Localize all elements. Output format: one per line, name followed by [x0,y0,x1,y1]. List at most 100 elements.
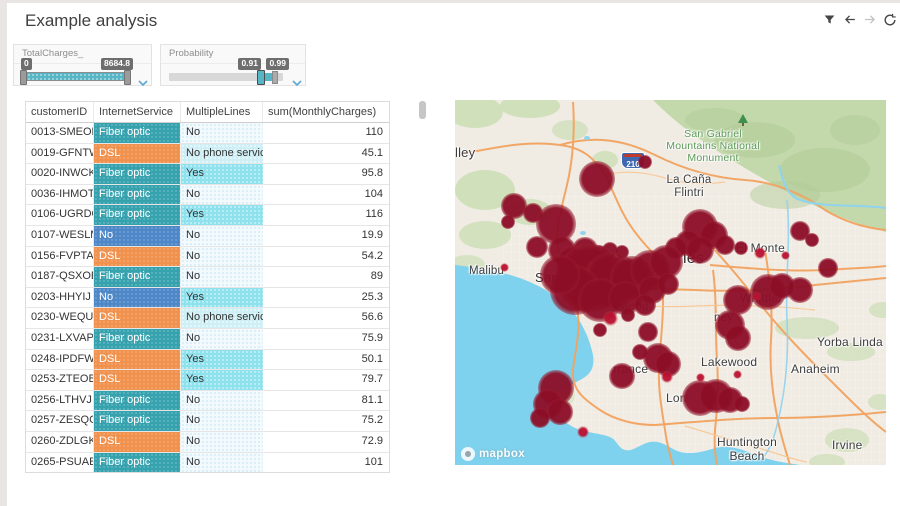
cell-multiple-lines[interactable]: No [181,247,263,267]
cell-customer-id[interactable]: 0230-WEQUW [26,308,94,328]
cell-internet-service[interactable]: DSL [94,432,181,452]
map-data-bubble[interactable] [805,233,819,247]
cell-sum-monthly-charges[interactable]: 54.2 [263,247,389,267]
cell-multiple-lines[interactable]: No [181,267,263,287]
map-data-bubble[interactable] [769,273,794,298]
range-slider-track[interactable] [169,73,283,81]
cell-internet-service[interactable]: DSL [94,308,181,328]
cell-multiple-lines[interactable]: No [181,432,263,452]
cell-multiple-lines[interactable]: Yes [181,164,263,184]
cell-internet-service[interactable]: DSL [94,370,181,390]
cell-internet-service[interactable]: Fiber optic [94,391,181,411]
cell-multiple-lines[interactable]: Yes [181,288,263,308]
cell-sum-monthly-charges[interactable]: 25.3 [263,288,389,308]
cell-sum-monthly-charges[interactable]: 45.1 [263,144,389,164]
cell-customer-id[interactable]: 0260-ZDLGK [26,432,94,452]
map-data-bubble[interactable] [621,308,635,322]
cell-multiple-lines[interactable]: No [181,123,263,143]
cell-multiple-lines[interactable]: No [181,185,263,205]
cell-sum-monthly-charges[interactable]: 75.9 [263,329,389,349]
cell-customer-id[interactable]: 0231-LXVAP [26,329,94,349]
map-data-bubble[interactable] [593,323,607,337]
cell-internet-service[interactable]: Fiber optic [94,267,181,287]
cell-internet-service[interactable]: Fiber optic [94,329,181,349]
cell-multiple-lines[interactable]: Yes [181,205,263,225]
cell-sum-monthly-charges[interactable]: 95.8 [263,164,389,184]
cell-internet-service[interactable]: Fiber optic [94,453,181,473]
cell-sum-monthly-charges[interactable]: 81.1 [263,391,389,411]
filter-icon[interactable] [822,12,837,27]
range-slider-left-handle[interactable] [20,70,27,85]
cell-customer-id[interactable]: 0107-WESLM [26,226,94,246]
map-data-bubble[interactable] [734,396,751,413]
cell-internet-service[interactable]: Fiber optic [94,411,181,431]
cell-customer-id[interactable]: 0253-ZTEOB [26,370,94,390]
map-data-bubble[interactable] [638,155,652,169]
cell-multiple-lines[interactable]: No [181,411,263,431]
cell-customer-id[interactable]: 0265-PSUAE [26,453,94,473]
cell-customer-id[interactable]: 0156-FVPTA [26,247,94,267]
map-data-bubble[interactable] [526,236,548,258]
cell-sum-monthly-charges[interactable]: 75.2 [263,411,389,431]
cell-multiple-lines[interactable]: No [181,391,263,411]
cell-multiple-lines[interactable]: No phone service [181,308,263,328]
table-scrollbar[interactable] [419,101,426,455]
forward-arrow-icon[interactable] [862,12,877,27]
map-data-bubble[interactable] [577,426,589,438]
chevron-down-icon[interactable] [292,74,302,92]
cell-sum-monthly-charges[interactable]: 56.6 [263,308,389,328]
cell-internet-service[interactable]: Fiber optic [94,164,181,184]
cell-internet-service[interactable]: Fiber optic [94,185,181,205]
range-slider-track[interactable] [22,72,129,81]
cell-sum-monthly-charges[interactable]: 89 [263,267,389,287]
cell-customer-id[interactable]: 0187-QSXOE [26,267,94,287]
map-data-bubble[interactable] [715,235,735,255]
map-data-bubble[interactable] [733,370,742,379]
cell-customer-id[interactable]: 0203-HHYIJ [26,288,94,308]
cell-internet-service[interactable]: DSL [94,144,181,164]
mapbox-logo[interactable]: mapbox [461,447,525,461]
map-data-bubble[interactable] [501,215,515,229]
cell-customer-id[interactable]: 0248-IPDFW [26,350,94,370]
cell-customer-id[interactable]: 0256-LTHVJ [26,391,94,411]
map-data-bubble[interactable] [547,399,572,424]
cell-customer-id[interactable]: 0257-ZESQC [26,411,94,431]
cell-customer-id[interactable]: 0036-IHMOT [26,185,94,205]
cell-multiple-lines[interactable]: No [181,329,263,349]
column-header-customer-id[interactable]: customerID [26,102,94,122]
column-header-sum-monthly-charges[interactable]: sum(MonthlyCharges) [263,102,389,122]
map-visualization[interactable]: lleyMalibuSanleslewoodEl MonteWhittierne… [455,100,886,465]
map-data-bubble[interactable] [609,363,634,388]
map-data-bubble[interactable] [579,161,615,197]
cell-multiple-lines[interactable]: No [181,226,263,246]
cell-internet-service[interactable]: Fiber optic [94,123,181,143]
cell-multiple-lines[interactable]: Yes [181,370,263,390]
map-data-bubble[interactable] [500,263,509,272]
cell-customer-id[interactable]: 0106-UGRDO [26,205,94,225]
map-data-bubble[interactable] [540,255,579,294]
range-slider-right-handle[interactable] [124,70,131,85]
cell-customer-id[interactable]: 0020-INWCK [26,164,94,184]
table-scrollbar-thumb[interactable] [419,101,426,119]
map-data-bubble[interactable] [725,325,750,350]
cell-sum-monthly-charges[interactable]: 19.9 [263,226,389,246]
map-data-bubble[interactable] [686,236,714,264]
map-data-bubble[interactable] [818,258,838,278]
cell-sum-monthly-charges[interactable]: 104 [263,185,389,205]
cell-sum-monthly-charges[interactable]: 79.7 [263,370,389,390]
cell-sum-monthly-charges[interactable]: 72.9 [263,432,389,452]
cell-customer-id[interactable]: 0019-GFNTW [26,144,94,164]
range-slider-left-handle[interactable] [257,70,265,85]
cell-customer-id[interactable]: 0013-SMEOE [26,123,94,143]
cell-internet-service[interactable]: Fiber optic [94,205,181,225]
map-data-bubble[interactable] [634,294,656,316]
cell-sum-monthly-charges[interactable]: 101 [263,453,389,473]
chevron-down-icon[interactable] [138,74,148,92]
refresh-icon[interactable] [882,12,897,27]
cell-internet-service[interactable]: DSL [94,350,181,370]
map-data-bubble[interactable] [657,273,679,295]
column-header-multiple-lines[interactable]: MultipleLines [181,102,263,122]
cell-multiple-lines[interactable]: Yes [181,350,263,370]
cell-multiple-lines[interactable]: No phone service [181,144,263,164]
map-data-bubble[interactable] [603,311,618,326]
